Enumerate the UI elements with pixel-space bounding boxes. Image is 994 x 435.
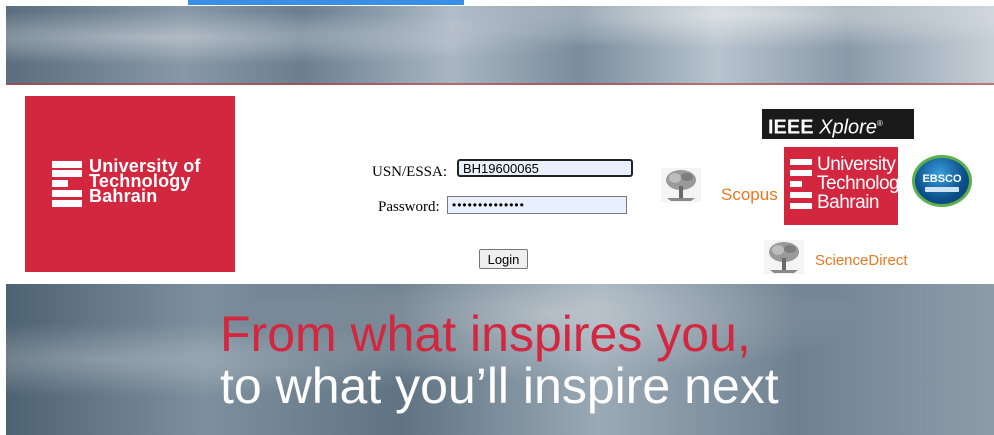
university-logo-small-mark-icon xyxy=(790,159,812,209)
elsevier-tree-icon xyxy=(764,240,804,274)
login-panel: University of Technology Bahrain USN/ESS… xyxy=(6,85,994,284)
login-button[interactable]: Login xyxy=(479,249,528,269)
login-page: University of Technology Bahrain USN/ESS… xyxy=(6,6,994,435)
university-logo: University of Technology Bahrain xyxy=(25,96,235,272)
slogan-line-2: to what you’ll inspire next xyxy=(220,358,779,414)
top-accent-bar xyxy=(188,0,464,5)
university-logo-text: University of Technology Bahrain xyxy=(89,156,201,206)
usn-input[interactable] xyxy=(457,159,633,177)
university-logo-small: University of Technology Bahrain xyxy=(784,147,916,225)
top-banner-image xyxy=(6,6,994,85)
university-logo-small-text: University of Technology Bahrain xyxy=(817,154,916,213)
usn-label: USN/ESSA: xyxy=(372,164,448,180)
university-logo-mark-icon xyxy=(52,161,82,207)
elsevier-tree-icon xyxy=(661,168,701,202)
sciencedirect-logo: ScienceDirect xyxy=(815,252,908,269)
scopus-logo: Scopus xyxy=(721,185,778,204)
password-input[interactable] xyxy=(447,196,627,214)
password-label: Password: xyxy=(378,199,440,215)
slogan-line-1: From what inspires you, xyxy=(220,306,751,362)
bottom-banner-image: From what inspires you, to what you’ll i… xyxy=(6,284,994,435)
ieee-xplore-logo: IEEE Xplore® xyxy=(762,109,914,139)
ebsco-host-logo: EBSCO xyxy=(912,155,972,207)
